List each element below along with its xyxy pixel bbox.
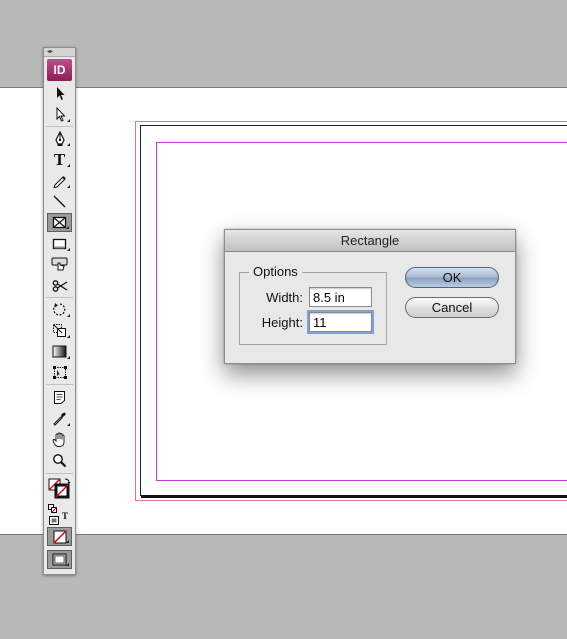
button-hand-icon <box>51 257 68 271</box>
tools-panel: ◂▸ ID T T <box>43 47 76 575</box>
separator <box>46 297 73 298</box>
formatting-text-icon[interactable]: T <box>62 511 72 521</box>
button-tool[interactable] <box>47 255 72 274</box>
note-tool[interactable] <box>47 388 72 407</box>
scale-icon <box>53 324 66 337</box>
type-tool[interactable]: T <box>47 150 72 169</box>
width-label: Width: <box>266 290 303 305</box>
rotate-tool[interactable] <box>47 300 72 319</box>
rectangle-tool[interactable] <box>47 234 72 253</box>
pen-icon <box>54 130 65 146</box>
free-transform-tool[interactable] <box>47 363 72 382</box>
eyedropper-icon <box>53 412 66 426</box>
screen-mode-icon <box>52 553 67 566</box>
line-icon <box>53 195 66 208</box>
options-group-label: Options <box>249 264 302 279</box>
apply-none-icon <box>52 529 67 544</box>
white-arrow-icon <box>56 107 66 122</box>
magnifier-icon <box>53 454 67 468</box>
screen-mode-button[interactable] <box>47 550 72 569</box>
height-label: Height: <box>261 315 303 330</box>
scissors-icon <box>52 279 67 292</box>
default-fill-stroke-icon[interactable] <box>48 500 58 513</box>
gradient-icon <box>52 345 67 358</box>
pen-tool[interactable] <box>47 129 72 148</box>
line-tool[interactable] <box>47 192 72 211</box>
separator <box>46 384 73 385</box>
rectangle-icon <box>52 238 67 249</box>
pencil-icon <box>53 176 66 188</box>
apply-none-button[interactable] <box>47 527 72 546</box>
indesign-logo: ID <box>47 59 72 81</box>
direct-selection-tool[interactable] <box>47 105 72 124</box>
free-transform-icon <box>52 366 67 379</box>
hand-icon <box>52 432 65 447</box>
formatting-container-icon[interactable] <box>49 512 59 525</box>
height-field[interactable] <box>307 310 374 334</box>
eyedropper-tool[interactable] <box>47 409 72 428</box>
panel-grip[interactable]: ◂▸ <box>44 48 75 57</box>
fill-stroke-icon <box>48 478 71 499</box>
gradient-tool[interactable] <box>47 342 72 361</box>
type-icon: T <box>53 150 66 169</box>
scale-tool[interactable] <box>47 321 72 340</box>
options-group <box>239 272 387 345</box>
selection-tool[interactable] <box>47 84 72 103</box>
pencil-tool[interactable] <box>47 171 72 190</box>
hand-tool[interactable] <box>47 430 72 449</box>
rotate-icon <box>53 303 66 316</box>
rectangle-frame-tool[interactable] <box>47 213 72 232</box>
cancel-button[interactable]: Cancel <box>405 297 499 318</box>
rectangle-dialog: Rectangle Options Width: Height: OK Canc… <box>224 229 516 364</box>
note-icon <box>54 391 65 404</box>
ok-button[interactable]: OK <box>405 267 499 288</box>
separator <box>46 473 73 474</box>
width-field[interactable] <box>309 287 372 307</box>
scissors-tool[interactable] <box>47 276 72 295</box>
page-shadow <box>141 495 567 498</box>
separator <box>46 126 73 127</box>
zoom-tool[interactable] <box>47 451 72 470</box>
rectangle-frame-icon <box>52 216 67 229</box>
dialog-title[interactable]: Rectangle <box>225 230 515 252</box>
fill-stroke-swatches[interactable] <box>48 478 72 500</box>
black-arrow-icon <box>56 87 64 100</box>
